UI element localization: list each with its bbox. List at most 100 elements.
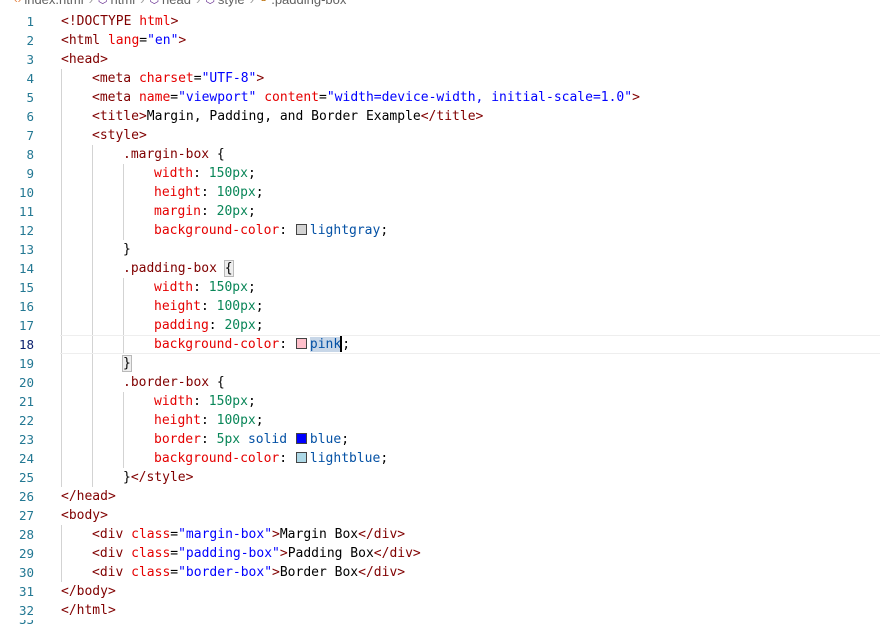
code-line[interactable]: 30 <div class="border-box">Border Box</di…: [0, 563, 880, 582]
line-code: <div class="border-box">Border Box</div>: [92, 563, 405, 582]
indent-guide: [123, 392, 124, 411]
code-token: <: [92, 90, 100, 105]
code-line[interactable]: 1 <!DOCTYPE html>: [0, 12, 880, 31]
indent-guide: [92, 335, 93, 354]
code-line[interactable]: 8 .margin-box {: [0, 145, 880, 164]
code-line[interactable]: 23 border: 5px solid blue;: [0, 430, 880, 449]
code-line[interactable]: 28 <div class="margin-box">Margin Box</di…: [0, 525, 880, 544]
code-token: "viewport": [178, 90, 257, 105]
line-code: background-color: lightblue;: [154, 449, 388, 468]
line-number: 19: [18, 356, 34, 371]
code-line[interactable]: 3 <head>: [0, 50, 880, 69]
code-token: :: [200, 299, 217, 314]
code-token: Margin, Padding, and Border Example: [146, 109, 421, 124]
line-number: 22: [18, 413, 34, 428]
line-number: 24: [18, 451, 34, 466]
indent-guide: [123, 449, 124, 468]
code-line[interactable]: 19}: [0, 354, 880, 373]
code-line[interactable]: 17 padding: 20px;: [0, 316, 880, 335]
code-line[interactable]: 18 background-color: pink;: [0, 335, 880, 354]
indent-guide: [61, 468, 62, 487]
code-line[interactable]: 9 width: 150px;: [0, 164, 880, 183]
code-line[interactable]: 32 </html>: [0, 601, 880, 620]
line-number: 12: [18, 223, 34, 238]
line-number: 10: [18, 185, 34, 200]
code-line[interactable]: 2 <html lang="en">: [0, 31, 880, 50]
code-token: height: [154, 299, 201, 314]
line-number: 7: [26, 128, 34, 143]
indent-guide: [61, 563, 62, 582]
code-line[interactable]: 27 <body>: [0, 506, 880, 525]
code-line[interactable]: 7 <style>: [0, 126, 880, 145]
color-swatch-icon[interactable]: [295, 338, 307, 349]
code-token: height: [154, 413, 201, 428]
breadcrumb-item-index-html[interactable]: index.html: [24, 0, 83, 7]
code-token: :: [279, 337, 295, 352]
code-line[interactable]: 12 background-color: lightgray;: [0, 221, 880, 240]
code-token: :: [200, 204, 217, 219]
indent-guide: [123, 335, 124, 354]
code-token: ;: [247, 280, 256, 295]
color-swatch-icon[interactable]: [295, 433, 307, 444]
code-line[interactable]: 20 .border-box {: [0, 373, 880, 392]
code-line[interactable]: 10 height: 100px;: [0, 183, 880, 202]
code-token: ;: [255, 413, 264, 428]
color-swatch-icon[interactable]: [295, 224, 307, 235]
code-token: <: [92, 546, 100, 561]
line-number: 11: [18, 204, 34, 219]
code-token: <: [61, 508, 69, 523]
code-line[interactable]: 15 width: 150px;: [0, 278, 880, 297]
code-line[interactable]: 4 <meta charset="UTF-8">: [0, 69, 880, 88]
breadcrumb-item-head[interactable]: head: [162, 0, 191, 7]
code-token: charset: [138, 71, 194, 86]
breadcrumb-item-padding-box[interactable]: .padding-box: [271, 0, 346, 7]
indent-guide: [61, 145, 62, 164]
css-selector-icon: ⚭: [259, 0, 269, 6]
code-token: class: [131, 546, 171, 561]
line-code: border: 5px solid blue;: [154, 430, 349, 449]
code-line[interactable]: 31 </body>: [0, 582, 880, 601]
code-line[interactable]: 26 </head>: [0, 487, 880, 506]
element-icon: ⬡: [97, 0, 108, 6]
code-token: }: [123, 242, 131, 257]
code-token: 100px: [216, 413, 256, 428]
code-line[interactable]: 11 margin: 20px;: [0, 202, 880, 221]
line-code: }: [123, 240, 131, 259]
code-line[interactable]: 25}</style>: [0, 468, 880, 487]
code-line[interactable]: 14 .padding-box {: [0, 259, 880, 278]
code-line[interactable]: 13}: [0, 240, 880, 259]
code-token: class: [131, 565, 171, 580]
breadcrumb-item-html[interactable]: html: [111, 0, 136, 7]
indent-guide: [92, 468, 93, 487]
indent-guide: [123, 221, 124, 240]
indent-guide: [61, 69, 62, 88]
code-line[interactable]: 5 <meta name="viewport" content="width=de…: [0, 88, 880, 107]
code-line[interactable]: 21 width: 150px;: [0, 392, 880, 411]
code-token: =: [170, 90, 179, 105]
indent-guide: [61, 335, 62, 354]
code-line[interactable]: 6 <title>Margin, Padding, and Border Exam…: [0, 107, 880, 126]
color-swatch-icon[interactable]: [295, 452, 307, 463]
code-line[interactable]: 29 <div class="padding-box">Padding Box</…: [0, 544, 880, 563]
indent-guide: [123, 202, 124, 221]
code-token: >: [475, 109, 484, 124]
breadcrumb-item-style[interactable]: style: [218, 0, 245, 7]
line-code: <div class="padding-box">Padding Box</di…: [92, 544, 421, 563]
breadcrumb-separator: ›: [89, 0, 93, 7]
code-line[interactable]: 16 height: 100px;: [0, 297, 880, 316]
code-token: =: [170, 527, 179, 542]
indent-guide: [92, 164, 93, 183]
line-number: 14: [18, 261, 34, 276]
line-number: 21: [18, 394, 34, 409]
code-token: "border-box": [178, 565, 273, 580]
code-token: background-color: [154, 223, 280, 238]
code-line[interactable]: 22 height: 100px;: [0, 411, 880, 430]
code-editor[interactable]: 1 <!DOCTYPE html> 2 <html lang="en"> 3 <head>…: [0, 12, 880, 620]
code-token: "padding-box": [178, 546, 280, 561]
code-line[interactable]: 24 background-color: lightblue;: [0, 449, 880, 468]
